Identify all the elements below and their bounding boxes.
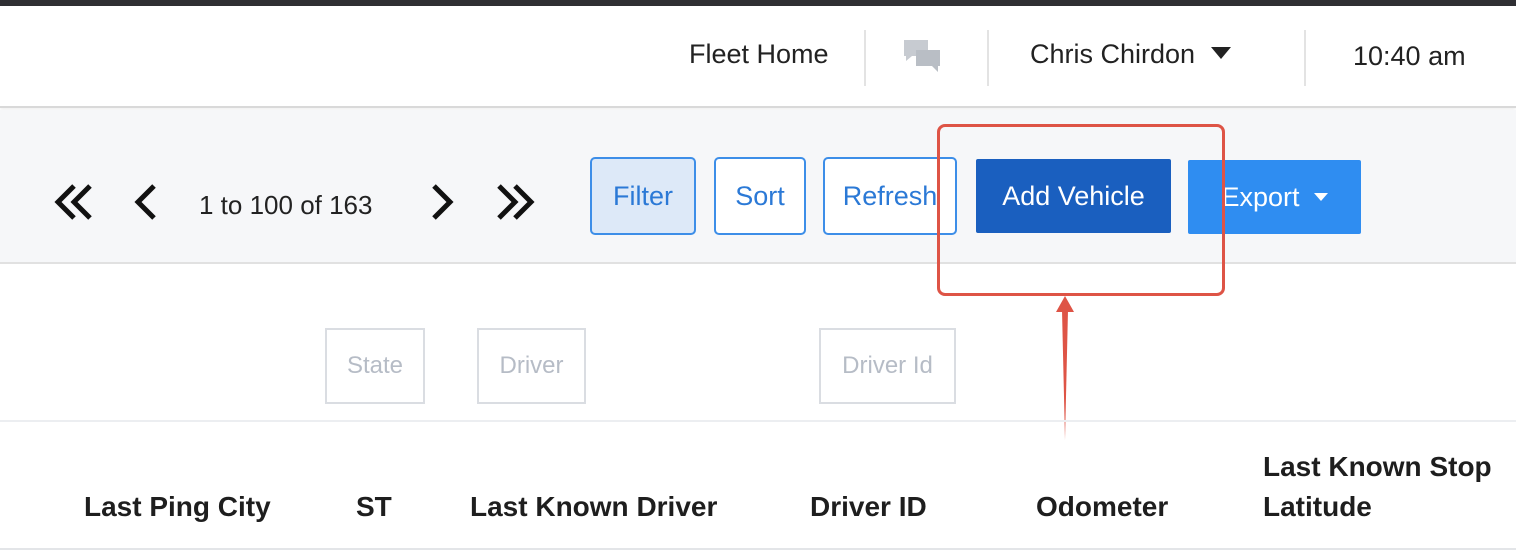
driver-filter-input[interactable]: Driver	[477, 328, 586, 404]
header-divider	[1304, 30, 1306, 86]
column-header-odometer[interactable]: Odometer	[1036, 487, 1168, 527]
current-time: 10:40 am	[1353, 41, 1466, 71]
caret-down-icon	[1313, 193, 1328, 201]
user-name: Chris Chirdon	[1030, 39, 1196, 69]
user-menu[interactable]: Chris Chirdon	[1030, 39, 1232, 70]
fleet-home-link[interactable]: Fleet Home	[689, 39, 829, 70]
state-filter-input[interactable]: State	[325, 328, 425, 404]
filter-button[interactable]: Filter	[590, 157, 696, 235]
chevron-right-icon[interactable]	[430, 182, 456, 222]
export-label: Export	[1221, 181, 1300, 212]
chat-bubbles-icon[interactable]	[902, 38, 944, 78]
header-divider	[987, 30, 989, 86]
column-header-last-ping-city[interactable]: Last Ping City	[84, 487, 271, 527]
column-header-last-known-driver[interactable]: Last Known Driver	[470, 487, 717, 527]
annotation-arrow-icon	[1056, 296, 1074, 440]
column-header-line: Latitude	[1263, 491, 1372, 522]
table-header-border	[0, 548, 1516, 550]
header-divider	[864, 30, 866, 86]
driver-id-filter-input[interactable]: Driver Id	[819, 328, 956, 404]
caret-down-icon	[1211, 47, 1232, 59]
column-header-st[interactable]: ST	[356, 487, 392, 527]
annotation-highlight-box	[937, 124, 1225, 296]
top-header: Fleet Home Chris Chirdon 10:40 am	[0, 6, 1516, 108]
sort-button[interactable]: Sort	[714, 157, 806, 235]
column-header-line: Last Known Stop	[1263, 451, 1492, 482]
column-header-driver-id[interactable]: Driver ID	[810, 487, 927, 527]
chevron-left-icon[interactable]	[132, 182, 158, 222]
list-toolbar: 1 to 100 of 163 Filter Sort Refresh Add …	[0, 110, 1516, 264]
double-chevron-right-icon[interactable]	[493, 182, 537, 222]
pagination-range: 1 to 100 of 163	[199, 190, 373, 220]
column-header-last-known-stop-latitude[interactable]: Last Known Stop Latitude	[1263, 447, 1492, 527]
divider	[0, 420, 1516, 422]
double-chevron-left-icon[interactable]	[52, 182, 96, 222]
